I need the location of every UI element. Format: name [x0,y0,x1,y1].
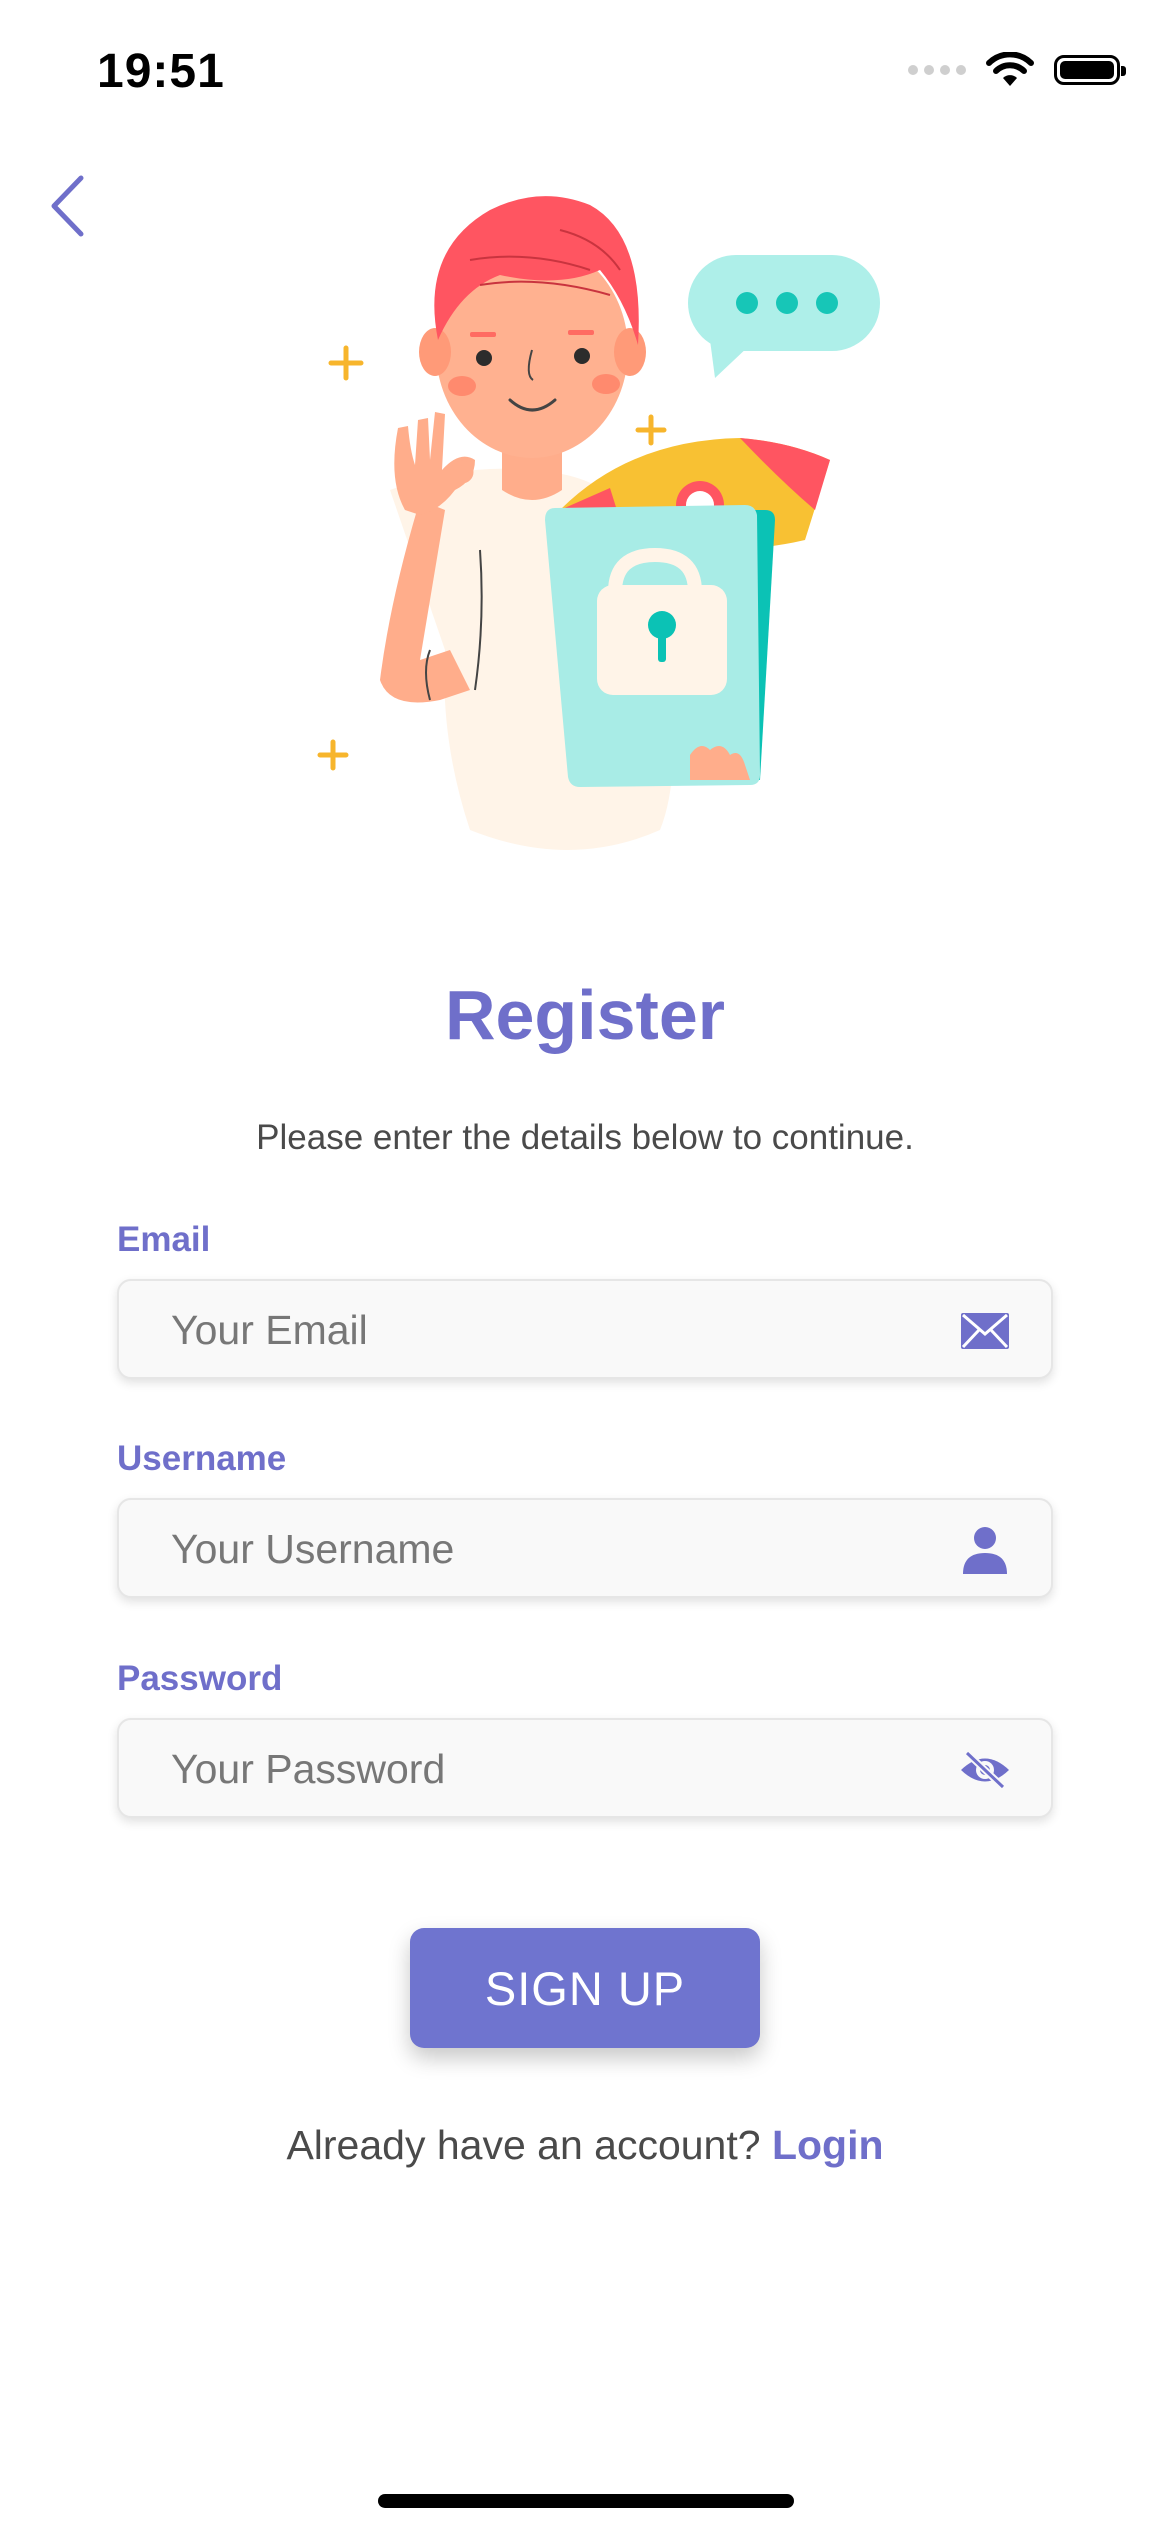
home-indicator [378,2494,794,2508]
username-label: Username [117,1439,287,1478]
eye-off-icon[interactable] [959,1745,1011,1795]
login-link[interactable]: Login [772,2122,884,2168]
password-label: Password [117,1659,283,1698]
username-field [117,1498,1053,1598]
page-title: Register [444,976,726,1054]
status-icons [908,52,1126,88]
password-field [117,1718,1053,1818]
email-label: Email [117,1220,211,1259]
chat-bubble-icon [688,255,880,378]
email-input[interactable] [169,1281,933,1379]
email-field [117,1279,1053,1379]
username-input[interactable] [169,1500,933,1598]
user-icon [963,1527,1007,1574]
page-subtitle: Please enter the details below to contin… [256,1118,914,1157]
login-prompt-text: Already have an account? [286,2122,761,2168]
mail-icon [961,1313,1009,1349]
cellular-signal-icon [908,65,966,75]
status-time: 19:51 [97,45,225,98]
sign-up-button[interactable]: SIGN UP [410,1928,760,2048]
register-illustration [317,196,880,850]
battery-icon [1054,55,1126,85]
back-chevron-icon[interactable] [36,170,106,240]
password-input[interactable] [169,1720,933,1818]
wifi-icon [986,52,1034,86]
login-prompt: Already have an account? Login [0,2122,1170,2169]
